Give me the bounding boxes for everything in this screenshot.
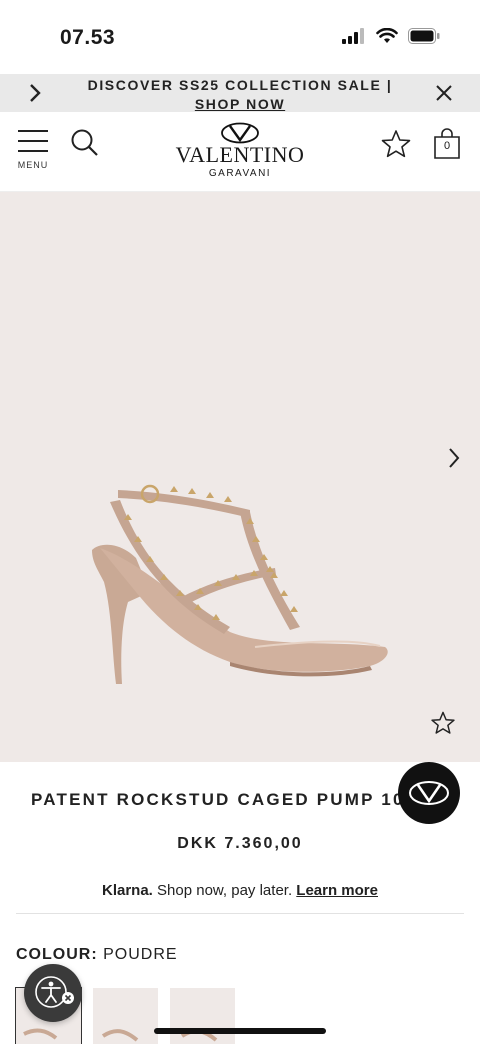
colour-value: POUDRE [97,946,178,963]
valentino-v-logo-icon [409,781,449,805]
klarna-learn-more-link[interactable]: Learn more [296,882,378,899]
gallery-wishlist-button[interactable] [430,710,456,741]
promo-close-button[interactable] [434,83,454,108]
swatch-shoe-image [101,1029,139,1042]
chevron-right-icon [449,448,460,468]
colour-selector-label: COLOUR: POUDRE [16,946,178,964]
hamburger-icon [18,128,48,154]
promo-message: DISCOVER SS25 COLLECTION SALE | [87,77,393,93]
brand-name: VALENTINO [175,142,305,167]
klarna-promo: Klarna. Shop now, pay later. Learn more [0,882,480,899]
colour-label: COLOUR: [16,946,98,963]
gallery-next-button[interactable] [446,446,462,475]
close-icon [436,85,452,101]
promo-text: DISCOVER SS25 COLLECTION SALE | SHOP NOW [66,76,414,114]
menu-button[interactable]: MENU [16,128,50,170]
valentino-v-logo-icon [221,122,259,144]
cellular-signal-icon [342,28,364,44]
bag-button[interactable]: 0 [432,128,462,160]
swatch-shoe-image [180,1029,218,1042]
product-gallery[interactable] [0,192,480,762]
battery-icon [408,28,440,44]
chat-button[interactable] [398,762,460,824]
status-time: 07.53 [60,26,116,49]
klarna-text: Shop now, pay later. [152,882,297,899]
accessibility-button[interactable] [24,964,82,1022]
divider [16,913,464,914]
accessibility-icon [35,976,74,1008]
search-icon [71,129,98,156]
brand-sub: GARAVANI [208,168,272,179]
product-price: DKK 7.360,00 [177,835,303,852]
brand-logo[interactable]: VALENTINO GARAVANI [170,122,310,179]
promo-banner: DISCOVER SS25 COLLECTION SALE | SHOP NOW [0,74,480,112]
colour-swatch[interactable] [93,988,158,1044]
bag-count: 0 [443,140,451,152]
site-header: MENU VALENTINO GARAVANI 0 [0,112,480,192]
chevron-right-icon [30,84,41,102]
product-image [92,484,388,684]
promo-shop-now-link[interactable]: SHOP NOW [195,96,285,112]
klarna-logo: Klarna. [102,882,153,899]
menu-label: MENU [17,160,49,170]
wifi-icon [376,28,398,43]
star-icon [381,130,411,158]
status-bar: 07.53 [0,0,480,74]
search-button[interactable] [70,128,100,163]
status-icons [342,28,440,44]
wishlist-button[interactable] [380,128,412,165]
star-icon [431,711,455,734]
home-indicator[interactable] [154,1028,326,1034]
colour-swatch[interactable] [170,988,235,1044]
promo-prev-button[interactable] [26,81,44,110]
